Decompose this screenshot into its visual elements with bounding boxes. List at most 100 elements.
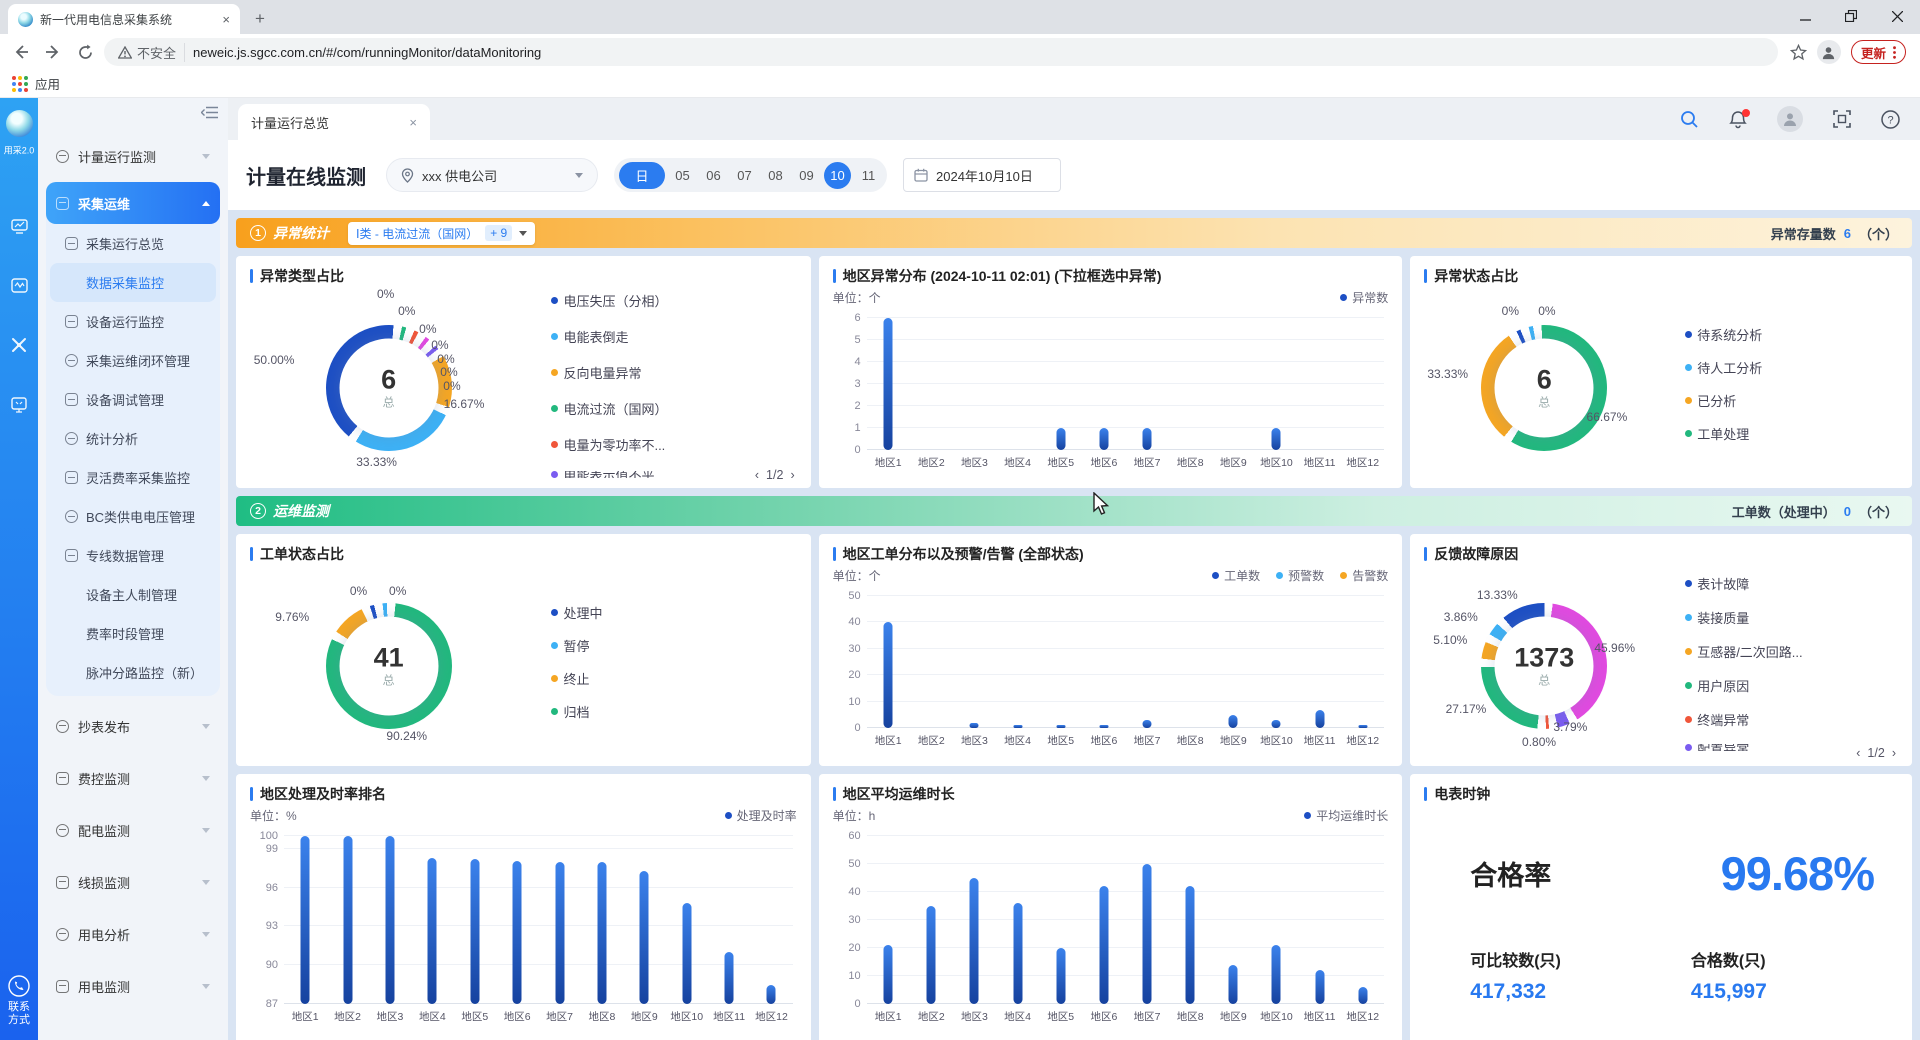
bar-地区4 — [1013, 903, 1022, 1004]
new-tab-button[interactable]: + — [246, 5, 274, 33]
contact-block[interactable]: 联系方式 — [7, 975, 31, 1029]
unit-label: 单位：% — [250, 807, 297, 824]
sidebar-item-10[interactable]: 费率时段管理 — [50, 614, 216, 653]
sidebar-collapse-icon[interactable] — [201, 106, 218, 124]
sidebar-item-9[interactable]: 设备主人制管理 — [50, 575, 216, 614]
legend-dot — [551, 642, 558, 649]
exception-filter-select[interactable]: Ⅰ类 - 电流过流（国网） + 9 — [348, 222, 535, 245]
donut-percent-label: 33.33% — [356, 455, 397, 469]
search-icon[interactable] — [1680, 110, 1699, 129]
bar-地区11 — [1315, 710, 1324, 728]
app-tab-active[interactable]: 计量运行总览 × — [238, 104, 430, 140]
rail-device-icon[interactable] — [11, 278, 28, 293]
pass-rate-label: 合格率 — [1470, 854, 1551, 893]
address-bar[interactable]: 不安全 neweic.js.sgcc.com.cn/#/com/runningM… — [104, 38, 1778, 66]
window-close-button[interactable] — [1874, 0, 1920, 32]
legend-item: 待系统分析 — [1685, 325, 1894, 344]
sidebar-group-3[interactable]: 线损监测 — [46, 856, 220, 908]
sidebar-group-4[interactable]: 用电分析 — [46, 908, 220, 960]
pager-prev-icon[interactable]: ‹ — [1856, 746, 1860, 760]
date-tab-09[interactable]: 09 — [793, 162, 820, 189]
sidebar-item-7[interactable]: BC类供电电压管理 — [50, 497, 216, 536]
sidebar-group-metering-monitor[interactable]: 计量运行监测 — [46, 132, 220, 180]
sidebar-item-label: 费率时段管理 — [86, 624, 164, 643]
browser-profile-avatar[interactable] — [1817, 40, 1841, 64]
browser-tab[interactable]: 新一代用电信息采集系统 × — [8, 4, 240, 34]
menu-item-icon — [65, 510, 78, 523]
app-tab-close-icon[interactable]: × — [409, 115, 417, 130]
bar-地区6 — [1099, 886, 1108, 1004]
pager-prev-icon[interactable]: ‹ — [755, 468, 759, 482]
refresh-icon[interactable] — [72, 39, 98, 65]
sidebar-group-2[interactable]: 配电监测 — [46, 804, 220, 856]
sidebar-item-3[interactable]: 采集运维闭环管理 — [50, 341, 216, 380]
date-tab-day[interactable]: 日 — [619, 162, 665, 189]
bar-slot — [1169, 318, 1212, 450]
pager-next-icon[interactable]: › — [1892, 746, 1896, 760]
sidebar-item-11[interactable]: 脉冲分路监控（新） — [50, 653, 216, 692]
window-restore-button[interactable] — [1828, 0, 1874, 32]
region-exception-chart: 0123456 — [867, 318, 1385, 450]
legend-dot — [551, 369, 558, 376]
company-select[interactable]: xxx 供电公司 — [386, 158, 598, 192]
bookmark-apps-label[interactable]: 应用 — [35, 74, 60, 93]
date-tab-07[interactable]: 07 — [731, 162, 758, 189]
sidebar-group-1[interactable]: 费控监测 — [46, 752, 220, 804]
window-minimize-button[interactable] — [1782, 0, 1828, 32]
date-tab-10[interactable]: 10 — [824, 162, 851, 189]
rail-terminal-icon[interactable] — [11, 397, 27, 413]
sidebar-group-0[interactable]: 抄表发布 — [46, 700, 220, 752]
legend-label: 装接质量 — [1697, 608, 1749, 627]
x-tick-label: 地区8 — [1169, 733, 1212, 748]
bookmarks-bar: 应用 — [0, 70, 1920, 98]
date-tab-06[interactable]: 06 — [700, 162, 727, 189]
bar-地区10 — [1272, 720, 1281, 728]
y-tick-label: 87 — [250, 998, 278, 1010]
chrome-update-button[interactable]: 更新 — [1851, 40, 1906, 64]
menu-group-icon — [56, 720, 69, 733]
legend-item: 终端异常 — [1685, 710, 1894, 729]
legend-label: 异常数 — [1352, 289, 1388, 306]
legend-item: 已分析 — [1685, 391, 1894, 410]
pager-next-icon[interactable]: › — [790, 468, 794, 482]
apps-grid-icon[interactable] — [12, 76, 28, 92]
menu-item-icon — [65, 471, 78, 484]
security-indicator[interactable]: 不安全 — [118, 43, 185, 62]
legend-pager: ‹1/2› — [1856, 746, 1896, 760]
legend-dot — [1685, 430, 1692, 437]
y-tick-label: 90 — [250, 959, 278, 971]
date-tab-05[interactable]: 05 — [669, 162, 696, 189]
date-tab-11[interactable]: 11 — [855, 162, 882, 189]
forward-icon[interactable] — [40, 39, 66, 65]
sidebar-item-0[interactable]: 采集运行总览 — [50, 224, 216, 263]
bar-地区10 — [682, 903, 691, 1004]
date-tab-08[interactable]: 08 — [762, 162, 789, 189]
x-tick-label: 地区10 — [666, 1009, 708, 1024]
sidebar-item-1[interactable]: 数据采集监控 — [50, 263, 216, 302]
y-tick-label: 96 — [250, 882, 278, 894]
bar-地区7 — [1143, 864, 1152, 1004]
user-avatar[interactable] — [1777, 106, 1803, 132]
bookmark-star-icon[interactable] — [1790, 44, 1807, 61]
panel-meter-clock: 电表时钟 合格率 99.68% 可比较数(只) 417,332 合格数(只) 4… — [1410, 774, 1912, 1040]
x-tick-label: 地区1 — [867, 1009, 910, 1024]
sidebar-group-5[interactable]: 用电监测 — [46, 960, 220, 1012]
rail-tools-icon[interactable] — [11, 337, 27, 353]
date-picker[interactable]: 2024年10月10日 — [903, 158, 1061, 192]
sidebar-item-8[interactable]: 专线数据管理 — [50, 536, 216, 575]
sidebar-item-4[interactable]: 设备调试管理 — [50, 380, 216, 419]
help-icon[interactable]: ? — [1881, 110, 1900, 129]
fullscreen-icon[interactable] — [1833, 110, 1851, 128]
notification-bell[interactable] — [1729, 110, 1747, 129]
sidebar-item-5[interactable]: 统计分析 — [50, 419, 216, 458]
rail-monitor-icon[interactable] — [11, 219, 28, 234]
back-icon[interactable] — [8, 39, 34, 65]
panel-workorder-status: 工单状态占比 41总0%0%9.76%90.24% 处理中暂停终止归档 — [236, 534, 811, 766]
tab-close-icon[interactable]: × — [222, 12, 230, 27]
sidebar-item-6[interactable]: 灵活费率采集监控 — [50, 458, 216, 497]
sidebar-item-2[interactable]: 设备运行监控 — [50, 302, 216, 341]
donut-percent-label: 0% — [443, 379, 460, 393]
sidebar-group-collection-ops[interactable]: 采集运维 — [46, 182, 220, 224]
menu-item-icon — [65, 432, 78, 445]
legend-label: 平均运维时长 — [1316, 807, 1388, 824]
